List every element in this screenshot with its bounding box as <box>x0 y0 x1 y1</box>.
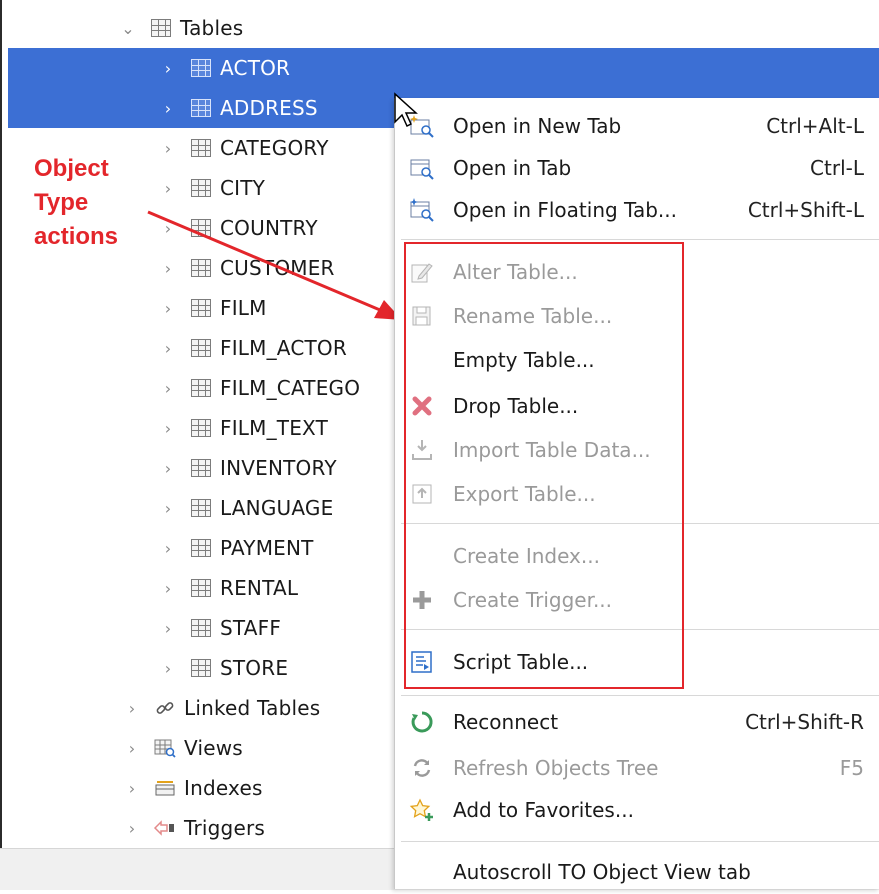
menu-item-refresh-objects-tree[interactable]: Refresh Objects Tree F5 <box>395 746 879 790</box>
open-floating-tab-icon <box>409 197 435 223</box>
edit-icon <box>409 259 435 285</box>
menu-item-label: Rename Table... <box>453 304 613 328</box>
plus-icon <box>409 587 435 613</box>
menu-separator <box>401 239 879 240</box>
menu-item-drop-table[interactable]: Drop Table... <box>395 384 879 428</box>
menu-item-rename-table[interactable]: Rename Table... <box>395 294 879 338</box>
menu-item-label: Refresh Objects Tree <box>453 756 659 780</box>
menu-item-import-table-data[interactable]: Import Table Data... <box>395 428 879 472</box>
star-add-icon <box>409 797 435 823</box>
menu-item-create-trigger[interactable]: Create Trigger... <box>395 578 879 622</box>
menu-item-shortcut: Ctrl+Shift-R <box>745 710 864 734</box>
menu-item-label: Add to Favorites... <box>453 798 634 822</box>
menu-item-create-index[interactable]: Create Index... <box>395 534 879 578</box>
menu-item-open-in-new-tab[interactable]: Open in New Tab Ctrl+Alt-L <box>395 104 879 148</box>
menu-item-open-in-tab[interactable]: Open in Tab Ctrl-L <box>395 146 879 190</box>
open-tab-icon <box>409 155 435 181</box>
menu-item-label: Export Table... <box>453 482 596 506</box>
menu-separator <box>401 629 879 630</box>
menu-item-label: Import Table Data... <box>453 438 651 462</box>
menu-item-label: Create Trigger... <box>453 588 613 612</box>
menu-item-label: Script Table... <box>453 650 589 674</box>
context-menu: Open in New Tab Ctrl+Alt-L Open in Tab Ctrl… <box>394 98 879 889</box>
menu-item-shortcut: Ctrl+Alt-L <box>766 114 864 138</box>
drop-x-icon <box>409 393 435 419</box>
rename-icon <box>409 303 435 329</box>
export-icon <box>409 481 435 507</box>
script-icon <box>409 649 435 675</box>
menu-separator <box>401 523 879 524</box>
menu-item-label: Open in New Tab <box>453 114 622 138</box>
menu-item-label: Open in Tab <box>453 156 572 180</box>
menu-separator <box>401 695 879 696</box>
menu-item-alter-table[interactable]: Alter Table... <box>395 250 879 294</box>
menu-item-label: Open in Floating Tab... <box>453 198 677 222</box>
menu-item-export-table[interactable]: Export Table... <box>395 472 879 516</box>
menu-item-shortcut: F5 <box>839 756 864 780</box>
menu-item-autoscroll-to-object-view-tab[interactable]: Autoscroll TO Object View tab <box>395 850 879 894</box>
menu-item-reconnect[interactable]: Reconnect Ctrl+Shift-R <box>395 700 879 744</box>
reconnect-icon <box>409 709 435 735</box>
menu-item-shortcut: Ctrl+Shift-L <box>747 198 864 222</box>
import-icon <box>409 437 435 463</box>
menu-item-label: Autoscroll TO Object View tab <box>453 860 751 884</box>
menu-item-empty-table[interactable]: Empty Table... <box>395 338 879 382</box>
menu-item-label: Drop Table... <box>453 394 579 418</box>
menu-separator <box>401 841 879 842</box>
menu-item-label: Alter Table... <box>453 260 578 284</box>
menu-item-open-in-floating-tab[interactable]: Open in Floating Tab... Ctrl+Shift-L <box>395 188 879 232</box>
menu-item-label: Create Index... <box>453 544 600 568</box>
refresh-icon <box>409 755 435 781</box>
mouse-cursor-icon <box>394 92 418 128</box>
menu-item-script-table[interactable]: Script Table... <box>395 640 879 684</box>
menu-item-label: Empty Table... <box>453 348 595 372</box>
menu-item-shortcut: Ctrl-L <box>810 156 864 180</box>
menu-item-add-to-favorites[interactable]: Add to Favorites... <box>395 788 879 832</box>
menu-item-label: Reconnect <box>453 710 559 734</box>
